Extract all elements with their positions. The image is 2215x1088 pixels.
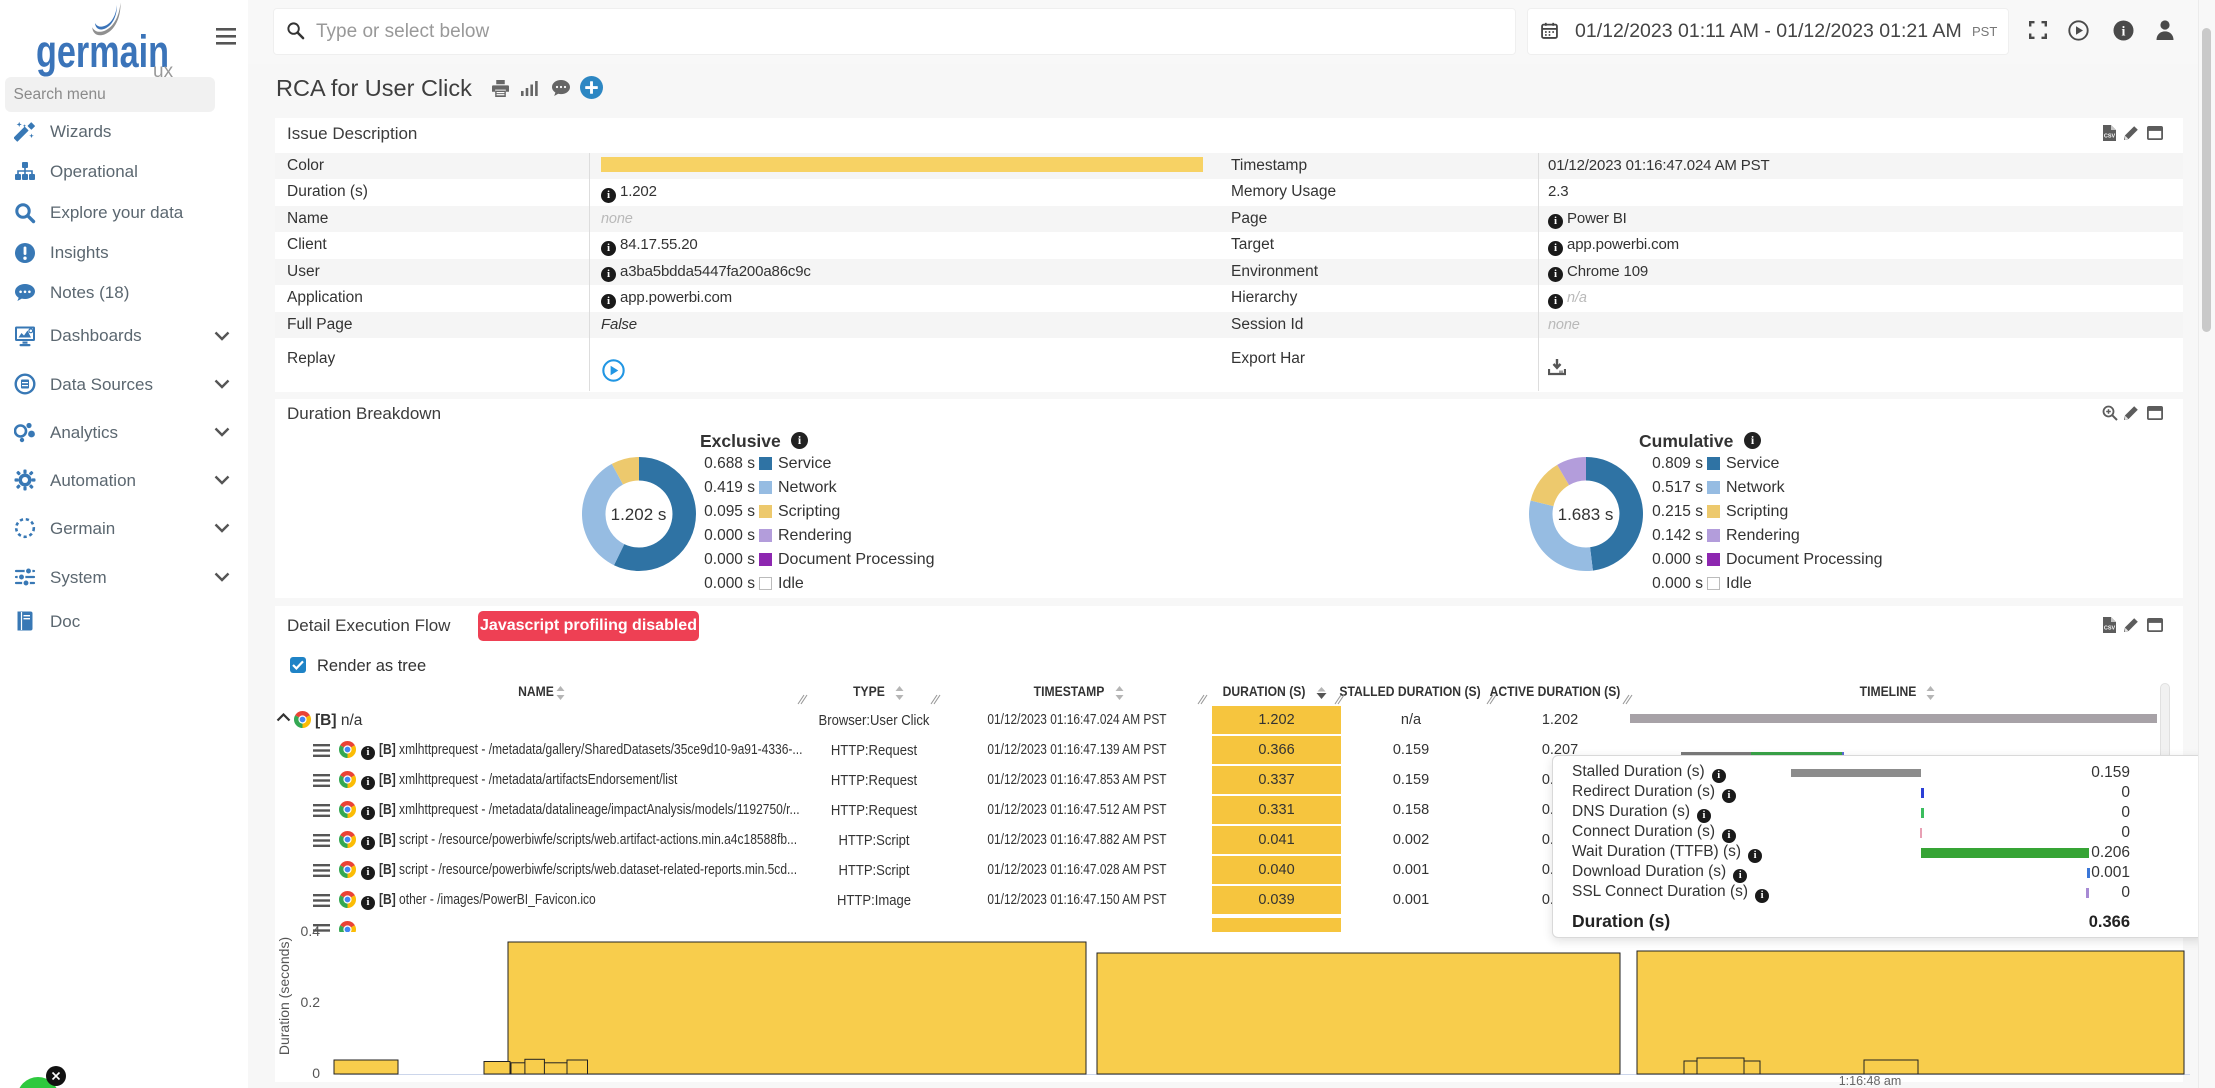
svg-text:CSV: CSV [2104, 134, 2116, 140]
svg-text:0.2: 0.2 [301, 994, 321, 1010]
svg-text:0: 0 [312, 1065, 320, 1081]
svg-text:1:16:48 am: 1:16:48 am [1839, 1074, 1902, 1088]
svg-text:i: i [2122, 25, 2126, 40]
svg-text:Duration (seconds): Duration (seconds) [276, 937, 292, 1055]
svg-text:CSV: CSV [2104, 626, 2116, 632]
svg-text:0.4: 0.4 [301, 925, 321, 939]
